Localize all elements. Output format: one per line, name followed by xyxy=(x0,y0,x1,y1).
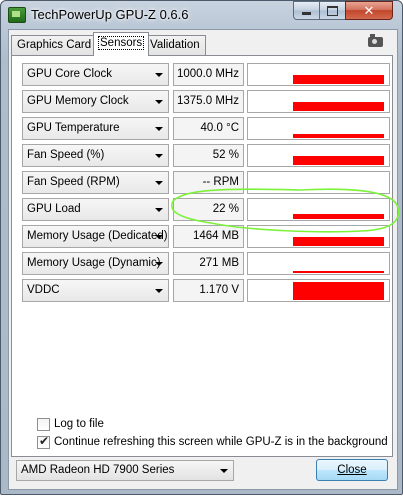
sensor-name-dropdown[interactable]: Memory Usage (Dynamic) xyxy=(22,252,169,275)
maximize-button[interactable] xyxy=(319,1,346,20)
sensor-value: 271 MB xyxy=(173,252,244,275)
sensor-name: Memory Usage (Dynamic) xyxy=(27,257,161,269)
sensor-name: GPU Memory Clock xyxy=(27,95,129,107)
sensor-graph-bar xyxy=(293,271,384,273)
sensor-name: Fan Speed (RPM) xyxy=(27,176,120,188)
close-button[interactable]: Close xyxy=(316,459,388,481)
chevron-down-icon xyxy=(155,208,163,212)
sensor-row: Fan Speed (%) 52 % xyxy=(22,144,390,167)
sensor-value: 1.170 V xyxy=(173,279,244,302)
minimize-icon xyxy=(302,12,311,15)
sensor-row: GPU Load 22 % xyxy=(22,198,390,221)
tab-sensors[interactable]: Sensors xyxy=(93,32,150,56)
sensor-name-dropdown[interactable]: GPU Memory Clock xyxy=(22,90,169,113)
sensor-value: 52 % xyxy=(173,144,244,167)
sensor-name-dropdown[interactable]: Fan Speed (%) xyxy=(22,144,169,167)
sensor-name-dropdown[interactable]: VDDC xyxy=(22,279,169,302)
sensor-value: 22 % xyxy=(173,198,244,221)
log-to-file-checkbox[interactable] xyxy=(37,418,50,431)
sensor-graph-bar xyxy=(293,156,384,165)
tab-label: Validation xyxy=(150,39,200,51)
tab-label: Sensors xyxy=(97,36,145,50)
sensor-name-dropdown[interactable]: GPU Core Clock xyxy=(22,63,169,86)
sensor-row: GPU Memory Clock 1375.0 MHz xyxy=(22,90,390,113)
sensor-value: 1375.0 MHz xyxy=(173,90,244,113)
chevron-down-icon xyxy=(155,154,163,158)
tab-validation[interactable]: Validation xyxy=(144,35,206,55)
window-frame: TechPowerUp GPU-Z 0.6.6 ✕ Graphics Card … xyxy=(0,0,403,495)
continue-refresh-checkbox[interactable]: ✔ xyxy=(37,434,50,449)
sensor-name: GPU Core Clock xyxy=(27,68,112,80)
tab-label: Graphics Card xyxy=(17,39,92,51)
sensor-graph-bar xyxy=(293,75,384,84)
gpuz-chip-icon xyxy=(8,7,26,23)
sensor-row: GPU Temperature 40.0 °C xyxy=(22,117,390,140)
sensor-graph-bar xyxy=(293,237,384,246)
sensor-graph-bar xyxy=(293,102,384,111)
chevron-down-icon xyxy=(155,262,163,266)
sensor-graph xyxy=(247,279,390,302)
chevron-down-icon xyxy=(155,289,163,293)
chevron-down-icon xyxy=(220,469,228,473)
sensor-value: 1000.0 MHz xyxy=(173,63,244,86)
close-icon: ✕ xyxy=(363,2,375,18)
sensor-name-dropdown[interactable]: GPU Temperature xyxy=(22,117,169,140)
sensor-row: Fan Speed (RPM) -- RPM xyxy=(22,171,390,194)
minimize-button[interactable] xyxy=(293,1,320,20)
sensor-graph xyxy=(247,63,390,86)
sensor-name: GPU Temperature xyxy=(27,122,120,134)
sensor-name: GPU Load xyxy=(27,203,81,215)
chevron-down-icon xyxy=(155,127,163,131)
sensor-row: VDDC 1.170 V xyxy=(22,279,390,302)
camera-icon[interactable] xyxy=(368,34,383,47)
sensor-graph xyxy=(247,198,390,221)
chevron-down-icon xyxy=(155,100,163,104)
sensor-graph-bar xyxy=(293,282,384,300)
sensor-graph-bar xyxy=(293,214,384,219)
close-button-label: Close xyxy=(337,464,367,476)
gpu-select-value: AMD Radeon HD 7900 Series xyxy=(21,464,175,476)
sensor-name-dropdown[interactable]: Fan Speed (RPM) xyxy=(22,171,169,194)
title-bar[interactable]: TechPowerUp GPU-Z 0.6.6 ✕ xyxy=(1,1,402,29)
sensor-name-dropdown[interactable]: GPU Load xyxy=(22,198,169,221)
chevron-down-icon xyxy=(155,73,163,77)
sensor-graph xyxy=(247,90,390,113)
checkmark-icon: ✔ xyxy=(39,434,50,448)
sensor-name: Fan Speed (%) xyxy=(27,149,105,161)
chevron-down-icon xyxy=(155,235,163,239)
window-title: TechPowerUp GPU-Z 0.6.6 xyxy=(31,7,189,22)
window-close-button[interactable]: ✕ xyxy=(345,1,393,20)
sensor-graph xyxy=(247,252,390,275)
sensor-row: Memory Usage (Dedicated) 1464 MB xyxy=(22,225,390,248)
sensor-graph xyxy=(247,144,390,167)
sensor-name: VDDC xyxy=(27,284,60,296)
sensor-graph xyxy=(247,117,390,140)
continue-refresh-label: Continue refreshing this screen while GP… xyxy=(54,436,388,448)
gpu-select-dropdown[interactable]: AMD Radeon HD 7900 Series xyxy=(16,460,234,481)
sensor-graph xyxy=(247,225,390,248)
sensor-row: Memory Usage (Dynamic) 271 MB xyxy=(22,252,390,275)
sensor-name: Memory Usage (Dedicated) xyxy=(27,230,168,242)
sensor-value: 1464 MB xyxy=(173,225,244,248)
sensor-value: -- RPM xyxy=(173,171,244,194)
sensor-graph xyxy=(247,171,390,194)
maximize-icon xyxy=(327,5,338,16)
client-area: Graphics Card Sensors Validation GPU Cor… xyxy=(8,29,398,490)
sensor-value: 40.0 °C xyxy=(173,117,244,140)
sensor-row: GPU Core Clock 1000.0 MHz xyxy=(22,63,390,86)
tab-graphics-card[interactable]: Graphics Card xyxy=(11,35,98,55)
sensors-panel: GPU Core Clock 1000.0 MHz GPU Memory Clock… xyxy=(11,55,393,457)
log-to-file-label: Log to file xyxy=(54,418,104,430)
sensor-name-dropdown[interactable]: Memory Usage (Dedicated) xyxy=(22,225,169,248)
sensor-graph-bar xyxy=(293,134,384,138)
chevron-down-icon xyxy=(155,181,163,185)
